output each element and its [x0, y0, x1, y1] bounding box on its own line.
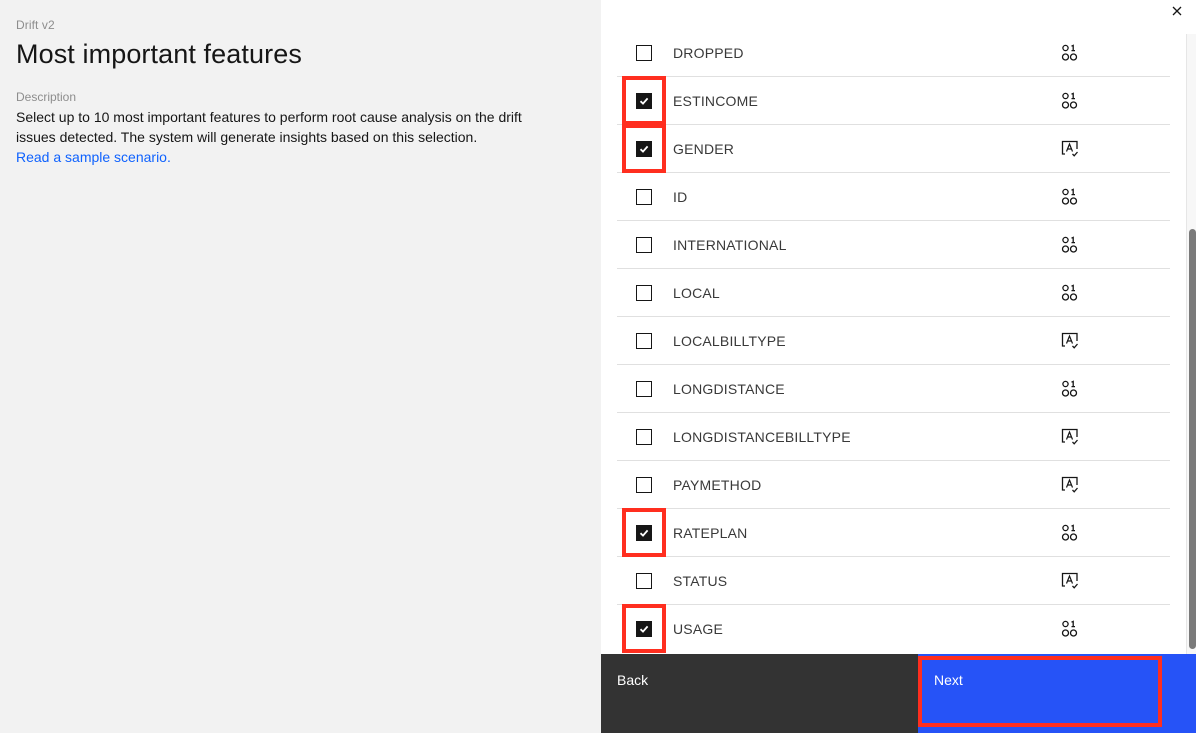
product-name: Drift v2	[16, 18, 55, 32]
next-button-label: Next	[934, 672, 963, 688]
feature-row[interactable]: INTERNATIONAL	[617, 221, 1170, 269]
close-icon	[1172, 6, 1182, 16]
feature-name: ID	[673, 189, 688, 205]
numeric-icon	[1060, 283, 1080, 303]
feature-name: LOCAL	[673, 285, 720, 301]
scrollbar-thumb[interactable]	[1189, 229, 1196, 649]
feature-name: ESTINCOME	[673, 93, 759, 109]
left-pane: Drift v2 Most important features Descrip…	[0, 0, 601, 733]
feature-name: STATUS	[673, 573, 728, 589]
feature-checkbox[interactable]	[636, 621, 652, 637]
feature-selection-panel: DROPPED ESTINCOME GENDER ID INTERNATIONAL LOC…	[601, 0, 1196, 733]
feature-checkbox[interactable]	[636, 381, 652, 397]
feature-checkbox[interactable]	[636, 45, 652, 61]
feature-name: LONGDISTANCE	[673, 381, 785, 397]
feature-checkbox[interactable]	[636, 573, 652, 589]
feature-checkbox[interactable]	[636, 285, 652, 301]
feature-row[interactable]: USAGE	[617, 604, 1170, 653]
feature-name: PAYMETHOD	[673, 477, 762, 493]
checkmark-icon	[639, 625, 649, 633]
feature-row[interactable]: LONGDISTANCEBILLTYPE	[617, 413, 1170, 461]
feature-name: INTERNATIONAL	[673, 237, 787, 253]
feature-row[interactable]: LONGDISTANCE	[617, 365, 1170, 413]
feature-name: GENDER	[673, 141, 735, 157]
feature-checkbox[interactable]	[636, 477, 652, 493]
back-button[interactable]: Back	[601, 654, 918, 733]
feature-checkbox[interactable]	[636, 189, 652, 205]
numeric-icon	[1060, 235, 1080, 255]
checkmark-icon	[639, 97, 649, 105]
feature-row[interactable]: ID	[617, 173, 1170, 221]
next-highlight-box	[918, 656, 1162, 727]
feature-name: RATEPLAN	[673, 525, 748, 541]
feature-name: LONGDISTANCEBILLTYPE	[673, 429, 851, 445]
categorical-icon	[1060, 331, 1080, 351]
numeric-icon	[1060, 379, 1080, 399]
description-label: Description	[16, 90, 77, 104]
feature-row[interactable]: PAYMETHOD	[617, 461, 1170, 509]
categorical-icon	[1060, 139, 1080, 159]
feature-checkbox[interactable]	[636, 525, 652, 541]
numeric-icon	[1060, 523, 1080, 543]
categorical-icon	[1060, 571, 1080, 591]
page-title: Most important features	[16, 39, 302, 69]
panel-footer: Back Next	[601, 654, 1196, 733]
description-text: Select up to 10 most important features …	[16, 109, 522, 145]
feature-name: USAGE	[673, 621, 724, 637]
checkmark-icon	[639, 529, 649, 537]
feature-name: LOCALBILLTYPE	[673, 333, 786, 349]
feature-row[interactable]: LOCALBILLTYPE	[617, 317, 1170, 365]
feature-row[interactable]: GENDER	[617, 124, 1170, 173]
feature-row[interactable]: STATUS	[617, 557, 1170, 605]
feature-checkbox[interactable]	[636, 429, 652, 445]
feature-row[interactable]: LOCAL	[617, 269, 1170, 317]
numeric-icon	[1060, 187, 1080, 207]
feature-list: DROPPED ESTINCOME GENDER ID INTERNATIONAL LOC…	[617, 29, 1170, 653]
categorical-icon	[1060, 475, 1080, 495]
feature-checkbox[interactable]	[636, 141, 652, 157]
feature-name: DROPPED	[673, 45, 744, 61]
checkmark-icon	[639, 145, 649, 153]
feature-checkbox[interactable]	[636, 93, 652, 109]
feature-row[interactable]: DROPPED	[617, 29, 1170, 77]
feature-row[interactable]: RATEPLAN	[617, 508, 1170, 557]
numeric-icon	[1060, 91, 1080, 111]
categorical-icon	[1060, 427, 1080, 447]
sample-scenario-link[interactable]: Read a sample scenario.	[16, 147, 171, 167]
numeric-icon	[1060, 619, 1080, 639]
feature-checkbox[interactable]	[636, 333, 652, 349]
numeric-icon	[1060, 43, 1080, 63]
feature-row[interactable]: ESTINCOME	[617, 76, 1170, 125]
feature-checkbox[interactable]	[636, 237, 652, 253]
close-button[interactable]	[1168, 2, 1186, 20]
next-button[interactable]: Next	[918, 654, 1196, 733]
